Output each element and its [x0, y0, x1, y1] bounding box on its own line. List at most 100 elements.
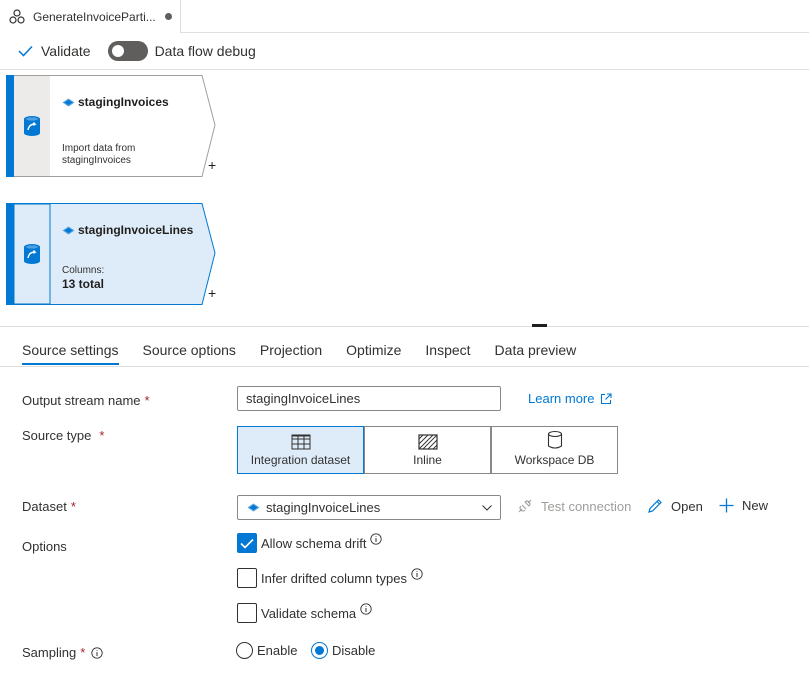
settings-tabs: Source settings Source options Projectio…: [22, 337, 600, 367]
node-accent-stripe: [6, 203, 14, 305]
dataset-icon: [62, 98, 75, 106]
output-stream-name-input[interactable]: [237, 386, 501, 411]
plug-icon: [518, 499, 532, 513]
node-title-row: stagingInvoiceLines: [62, 223, 193, 237]
node-columns-label: Columns:: [62, 265, 105, 276]
panel-resize-handle[interactable]: [532, 324, 547, 327]
toggle-knob: [111, 45, 124, 57]
node-description-line2: stagingInvoices: [62, 155, 131, 166]
dataset-icon: [62, 226, 75, 234]
source-type-label-workspace: Workspace DB: [514, 453, 595, 467]
node-icon-cell: [14, 203, 50, 305]
source-node-staginginvoicelines[interactable]: stagingInvoiceLines Columns: 13 total +: [6, 203, 218, 305]
infer-drifted-column-types-checkbox[interactable]: [237, 568, 257, 588]
open-button[interactable]: Open: [647, 498, 703, 514]
database-source-icon: [24, 244, 40, 264]
chevron-down-icon: [482, 504, 492, 511]
validate-schema-label: Validate schema: [261, 605, 357, 621]
node-description-line1: Import data from: [62, 143, 136, 154]
checkmark-icon: [18, 45, 33, 57]
tab-data-preview[interactable]: Data preview: [495, 337, 577, 365]
dataset-icon: [247, 503, 260, 512]
required-mark: *: [99, 428, 105, 443]
validate-button[interactable]: Validate: [18, 43, 91, 59]
sampling-disable-radio[interactable]: [311, 642, 328, 659]
sampling-disable-label: Disable: [332, 643, 376, 658]
command-bar: Validate Data flow debug: [0, 33, 809, 70]
unsaved-indicator: [164, 13, 172, 20]
options-label: Options: [22, 539, 67, 554]
add-transform-button[interactable]: +: [208, 285, 216, 301]
tab-optimize[interactable]: Optimize: [346, 337, 401, 365]
node-title: stagingInvoiceLines: [78, 223, 194, 237]
node-title: stagingInvoices: [78, 95, 169, 109]
source-type-label: Source type *: [22, 428, 104, 443]
data-flow-debug-label: Data flow debug: [154, 43, 256, 59]
required-mark: *: [70, 499, 76, 514]
tab-title: GenerateInvoiceParti...: [33, 9, 156, 24]
node-title-row: stagingInvoices: [62, 95, 169, 109]
learn-more-link[interactable]: Learn more: [528, 391, 613, 406]
info-icon[interactable]: [91, 646, 103, 659]
learn-more-text: Learn more: [528, 391, 595, 406]
validate-label: Validate: [41, 43, 91, 59]
sampling-label: Sampling *: [22, 645, 103, 660]
plus-icon: [719, 498, 734, 513]
test-connection-label: Test connection: [541, 498, 632, 514]
database-source-icon: [24, 116, 40, 136]
output-stream-name-label: Output stream name *: [22, 393, 150, 408]
sampling-disable-option[interactable]: Disable: [311, 642, 375, 659]
new-label: New: [742, 498, 769, 513]
sampling-enable-radio[interactable]: [236, 642, 253, 659]
document-tab[interactable]: GenerateInvoiceParti...: [0, 0, 181, 33]
tab-source-settings[interactable]: Source settings: [22, 337, 119, 365]
dataflow-canvas[interactable]: stagingInvoices Import data from staging…: [0, 70, 809, 327]
data-flow-debug-toggle[interactable]: [107, 41, 148, 61]
sampling-label-text: Sampling: [22, 645, 77, 660]
tab-inspect[interactable]: Inspect: [425, 337, 470, 365]
dataset-dropdown[interactable]: stagingInvoiceLines: [237, 495, 501, 520]
node-column-count: 13 total: [62, 277, 105, 291]
table-grid-icon: [291, 434, 310, 450]
dataset-label: Dataset *: [22, 499, 76, 514]
check-icon: [240, 538, 254, 549]
tab-projection[interactable]: Projection: [260, 337, 322, 365]
source-type-label-inline: Inline: [413, 453, 442, 467]
source-type-workspace-db[interactable]: Workspace DB: [491, 426, 618, 474]
new-button[interactable]: New: [719, 498, 768, 513]
hatched-box-icon: [417, 434, 438, 450]
required-mark: *: [80, 645, 86, 660]
node-icon-cell: [14, 75, 50, 177]
node-accent-stripe: [6, 75, 14, 177]
required-mark: *: [144, 393, 150, 408]
info-icon[interactable]: [411, 568, 423, 580]
source-type-inline[interactable]: Inline: [364, 426, 491, 474]
tab-bar: GenerateInvoiceParti...: [0, 0, 809, 33]
pencil-icon: [648, 499, 662, 513]
dataset-selected-value: stagingInvoiceLines: [266, 500, 381, 515]
validate-schema-option[interactable]: Validate schema: [237, 603, 372, 623]
dataset-label-text: Dataset: [22, 499, 67, 514]
source-type-text: Source type: [22, 428, 92, 443]
info-icon[interactable]: [360, 603, 372, 615]
open-label: Open: [671, 498, 703, 514]
add-transform-button[interactable]: +: [208, 157, 216, 173]
source-node-staginginvoices[interactable]: stagingInvoices Import data from staging…: [6, 75, 218, 177]
tab-source-options[interactable]: Source options: [143, 337, 236, 365]
test-connection-button[interactable]: Test connection: [517, 498, 631, 514]
sampling-enable-option[interactable]: Enable: [236, 642, 297, 659]
info-icon[interactable]: [370, 533, 383, 545]
sampling-enable-label: Enable: [257, 643, 298, 658]
output-stream-name-text: Output stream name: [22, 393, 141, 408]
external-link-icon: [601, 392, 613, 404]
validate-schema-checkbox[interactable]: [237, 603, 257, 623]
source-type-integration-dataset[interactable]: Integration dataset: [237, 426, 364, 474]
dataflow-icon: [9, 8, 25, 24]
tabs-divider: [0, 366, 809, 367]
allow-schema-drift-checkbox[interactable]: [237, 533, 257, 553]
infer-drifted-column-types-option[interactable]: Infer drifted column types: [237, 568, 423, 588]
source-type-label-integration: Integration dataset: [250, 453, 351, 467]
allow-schema-drift-option[interactable]: Allow schema drift: [237, 533, 383, 553]
infer-drifted-column-types-label: Infer drifted column types: [261, 570, 407, 586]
allow-schema-drift-label: Allow schema drift: [261, 535, 367, 551]
